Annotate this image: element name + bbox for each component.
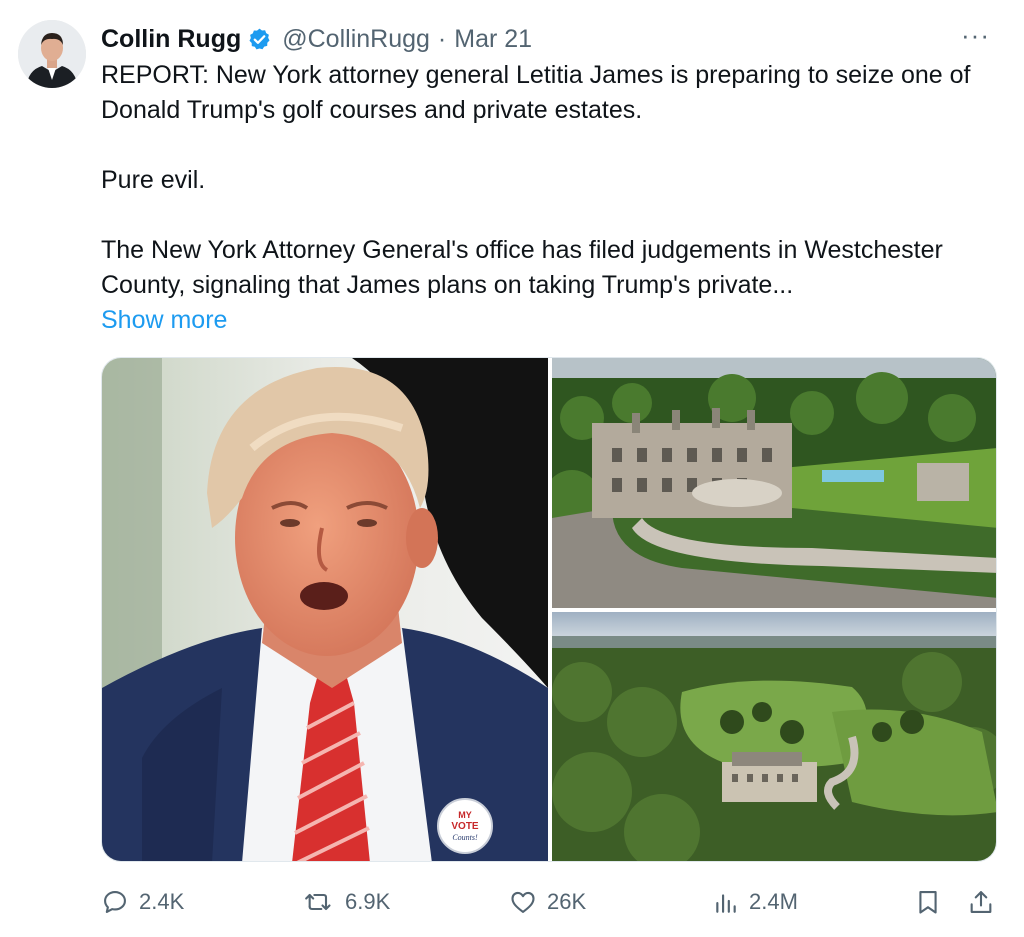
bookmark-icon: [919, 891, 937, 914]
share-icon: [970, 891, 992, 913]
tweet-text: REPORT: New York attorney general Letiti…: [101, 58, 1001, 338]
author-handle[interactable]: @CollinRugg: [282, 25, 430, 54]
media-grid: MY VOTE Counts!: [101, 357, 997, 862]
tweet-header: Collin Rugg @CollinRugg · Mar 21: [101, 20, 532, 58]
tweet-paragraph: Pure evil.: [101, 166, 206, 194]
action-bar: 2.4K 6.9K 26K 2.4M: [101, 882, 997, 922]
svg-text:MY: MY: [458, 810, 472, 820]
show-more-link[interactable]: Show more: [101, 303, 227, 338]
svg-text:Counts!: Counts!: [452, 833, 478, 842]
author-avatar[interactable]: [18, 20, 86, 88]
author-name[interactable]: Collin Rugg: [101, 25, 241, 54]
tweet-paragraph: REPORT: New York attorney general Letiti…: [101, 61, 978, 124]
like-count: 26K: [547, 889, 587, 914]
like-button[interactable]: 26K: [509, 882, 586, 922]
separator-dot: ·: [437, 24, 447, 53]
verified-badge-icon[interactable]: [247, 27, 272, 52]
reply-icon: [104, 891, 126, 913]
media-photo-estate-landscape[interactable]: [552, 612, 996, 861]
more-icon[interactable]: ···: [961, 22, 990, 48]
svg-text:VOTE: VOTE: [451, 821, 479, 832]
media-photo-estate-closeup[interactable]: [544, 358, 996, 608]
tweet-paragraph: The New York Attorney General's office h…: [101, 236, 950, 299]
views-icon: [716, 894, 736, 913]
repost-button[interactable]: 6.9K: [303, 882, 390, 922]
media-photo-portrait[interactable]: MY VOTE Counts!: [102, 358, 548, 861]
repost-count: 6.9K: [345, 889, 391, 914]
reply-button[interactable]: 2.4K: [101, 882, 184, 922]
tweet-date[interactable]: Mar 21: [454, 25, 532, 54]
views-button[interactable]: 2.4M: [713, 882, 798, 922]
repost-icon: [305, 893, 331, 911]
like-icon: [511, 891, 535, 913]
reply-count: 2.4K: [139, 889, 185, 914]
bookmark-button[interactable]: [914, 882, 952, 922]
views-count: 2.4M: [749, 889, 798, 914]
share-button[interactable]: [967, 882, 1005, 922]
vote-badge: MY VOTE Counts!: [437, 798, 493, 854]
